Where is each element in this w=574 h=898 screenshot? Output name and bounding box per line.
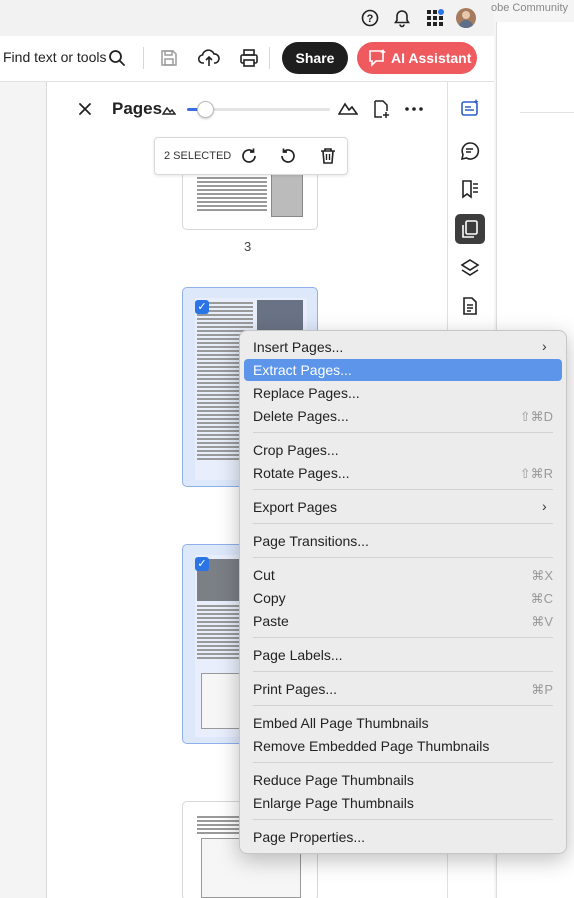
submenu-chevron-icon: ›	[542, 498, 547, 514]
menu-item-page-properties[interactable]: Page Properties...	[253, 829, 365, 845]
menu-item-rotate-pages[interactable]: Rotate Pages...	[253, 465, 350, 481]
shortcut-cut: ⌘X	[531, 568, 553, 583]
shortcut-copy: ⌘C	[530, 591, 553, 606]
ai-sparkle-icon	[368, 49, 388, 67]
menu-separator	[253, 523, 553, 524]
share-button[interactable]: Share	[282, 42, 348, 74]
toolbar-divider	[269, 47, 270, 69]
shortcut-print: ⌘P	[531, 682, 553, 697]
menu-separator	[253, 637, 553, 638]
menu-item-delete-pages[interactable]: Delete Pages...	[253, 408, 349, 424]
menu-separator	[253, 705, 553, 706]
apps-grid-icon[interactable]	[426, 9, 444, 27]
svg-text:?: ?	[367, 13, 374, 25]
menu-item-export-pages[interactable]: Export Pages	[253, 499, 337, 515]
menu-separator	[253, 819, 553, 820]
rotate-clockwise-icon[interactable]	[239, 146, 259, 166]
menu-item-embed-thumbnails[interactable]: Embed All Page Thumbnails	[253, 715, 429, 731]
more-options-icon[interactable]	[403, 100, 425, 118]
ai-edit-icon[interactable]	[455, 93, 485, 123]
shortcut-rotate: ⇧⌘R	[519, 466, 553, 481]
menu-item-page-labels[interactable]: Page Labels...	[253, 647, 343, 663]
help-icon[interactable]: ?	[360, 8, 380, 28]
user-avatar[interactable]	[456, 8, 476, 28]
document-divider	[520, 112, 574, 113]
toolbar-divider	[143, 47, 144, 69]
panel-title: Pages	[112, 99, 163, 118]
rotate-counterclockwise-icon[interactable]	[278, 146, 298, 166]
menu-item-remove-thumbnails[interactable]: Remove Embedded Page Thumbnails	[253, 738, 489, 754]
left-gutter	[0, 82, 47, 898]
delete-icon[interactable]	[318, 146, 338, 166]
comment-icon[interactable]	[455, 136, 485, 166]
menu-item-replace-pages[interactable]: Replace Pages...	[253, 385, 360, 401]
menu-item-paste[interactable]: Paste	[253, 613, 289, 629]
menu-item-extract-pages[interactable]: Extract Pages...	[253, 362, 352, 378]
menu-separator	[253, 489, 553, 490]
menu-item-page-transitions[interactable]: Page Transitions...	[253, 533, 369, 549]
thumbnail-size-slider-knob[interactable]	[197, 101, 214, 118]
document-icon[interactable]	[455, 291, 485, 321]
shortcut-delete: ⇧⌘D	[519, 409, 553, 424]
menu-separator	[253, 557, 553, 558]
app-header	[0, 0, 494, 36]
bookmark-icon[interactable]	[455, 174, 485, 204]
menu-item-crop-pages[interactable]: Crop Pages...	[253, 442, 339, 458]
menu-separator	[253, 671, 553, 672]
menu-item-reduce-thumbnails[interactable]: Reduce Page Thumbnails	[253, 772, 414, 788]
print-icon[interactable]	[238, 47, 260, 69]
menu-item-enlarge-thumbnails[interactable]: Enlarge Page Thumbnails	[253, 795, 414, 811]
ai-assistant-label: AI Assistant	[391, 50, 472, 66]
insert-page-icon[interactable]	[370, 98, 392, 120]
selection-count: 2 SELECTED	[164, 150, 232, 162]
menu-separator	[253, 762, 553, 763]
menu-item-cut[interactable]: Cut	[253, 567, 275, 583]
search-icon[interactable]	[107, 48, 127, 68]
shortcut-paste: ⌘V	[531, 614, 553, 629]
close-icon[interactable]	[77, 101, 93, 117]
layers-icon[interactable]	[455, 253, 485, 283]
pages-icon[interactable]	[455, 214, 485, 244]
cloud-upload-icon[interactable]	[198, 47, 220, 69]
page-checkbox[interactable]: ✓	[195, 557, 209, 571]
menu-item-print-pages[interactable]: Print Pages...	[253, 681, 337, 697]
bell-icon[interactable]	[392, 8, 412, 28]
small-mountain-icon[interactable]	[161, 103, 177, 117]
page-number: 3	[244, 239, 252, 254]
menu-separator	[253, 432, 553, 433]
save-icon[interactable]	[159, 48, 179, 68]
community-link[interactable]: obe Community	[491, 2, 568, 14]
menu-item-insert-pages[interactable]: Insert Pages...	[253, 339, 343, 355]
submenu-chevron-icon: ›	[542, 338, 547, 354]
find-tools-label[interactable]: Find text or tools	[3, 49, 107, 65]
page-checkbox[interactable]: ✓	[195, 300, 209, 314]
menu-item-copy[interactable]: Copy	[253, 590, 286, 606]
large-mountain-icon[interactable]	[337, 99, 359, 117]
